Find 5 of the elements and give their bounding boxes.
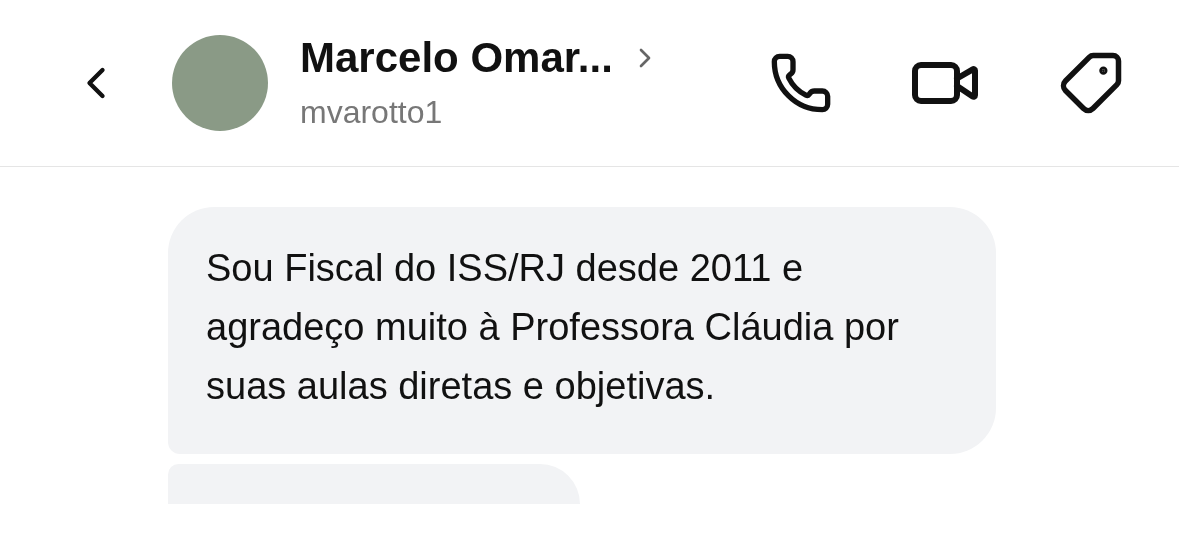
username: mvarotto1 (300, 93, 444, 132)
phone-icon (769, 51, 833, 115)
tag-icon (1058, 50, 1124, 116)
message-text: Sou Fiscal do ISS/RJ desde 2011 e agradeço muito à Professora Cláudia por suas aulas diretas e objetivas. (206, 247, 899, 407)
contact-name[interactable]: Marcelo Omar... (300, 32, 613, 84)
